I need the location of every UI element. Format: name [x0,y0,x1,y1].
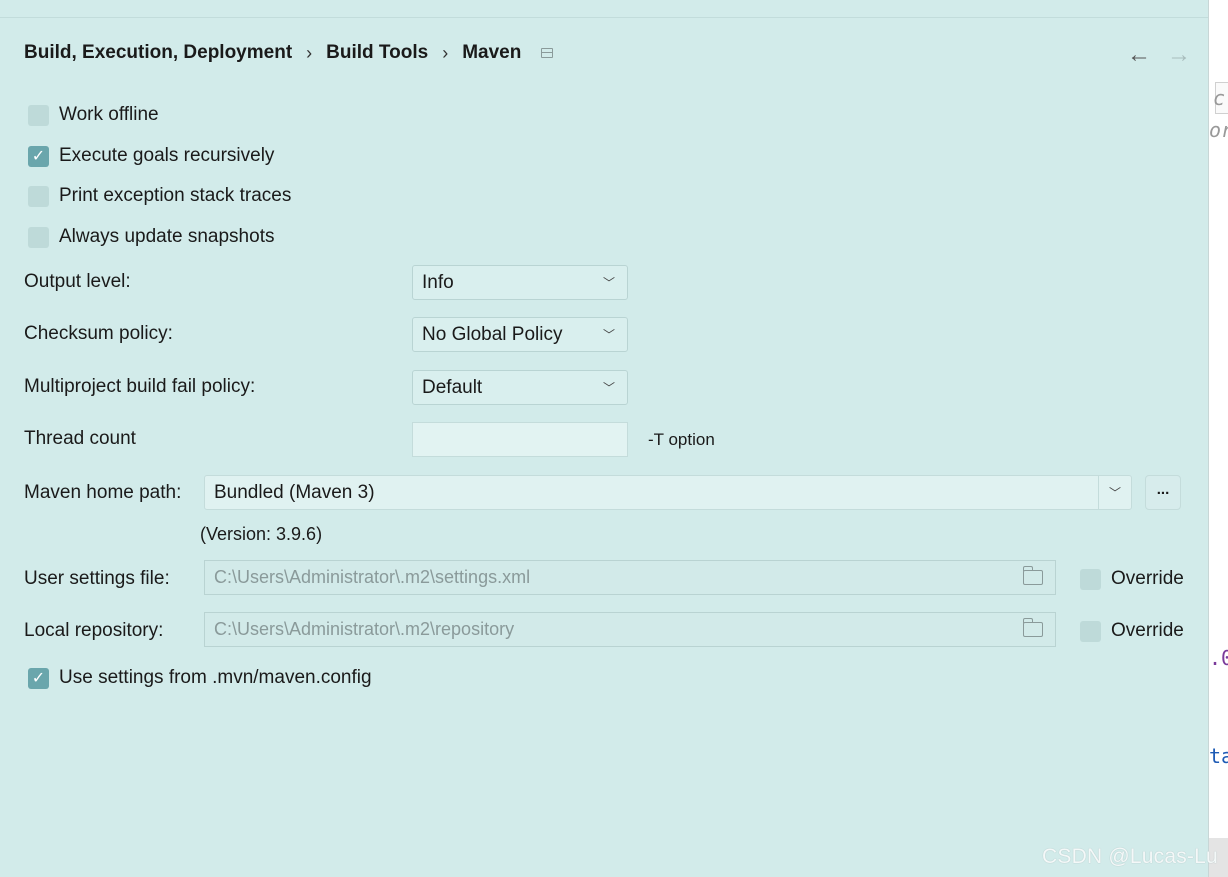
breadcrumb-separator: › [442,42,449,63]
back-arrow-icon[interactable]: ← [1127,40,1151,70]
chevron-down-icon: ﹀ [602,276,615,290]
execute-goals-option[interactable]: ✓ Execute goals recursively [28,145,274,167]
editor-fragment: c [1213,86,1226,110]
editor-fragment: .0 [1209,646,1228,670]
checksum-policy-label: Checksum policy: [24,323,173,344]
execute-goals-checkbox[interactable]: ✓ [28,145,49,167]
work-offline-label: Work offline [59,104,159,125]
user-settings-override-label: Override [1111,568,1184,589]
local-repository-label: Local repository: [24,620,164,641]
thread-count-hint: -T option [648,430,715,449]
breadcrumb-item-build-execution-deployment[interactable]: Build, Execution, Deployment [24,42,292,64]
breadcrumb: Build, Execution, Deployment › Build Too… [24,41,554,65]
watermark: CSDN @Lucas-Lu [1042,845,1218,868]
print-exception-label: Print exception stack traces [59,185,292,206]
chevron-down-icon: ﹀ [602,328,615,342]
output-level-label: Output level: [24,271,131,292]
editor-fragment: or [1209,118,1228,142]
execute-goals-label: Execute goals recursively [59,145,275,166]
user-settings-override-option[interactable]: Override [1080,568,1184,590]
maven-home-label: Maven home path: [24,482,182,503]
multiproject-policy-select[interactable]: Default ﹀ [412,370,628,405]
window-icon[interactable] [541,48,554,58]
editor-fragment: ta [1209,744,1228,768]
folder-icon[interactable] [1022,618,1043,637]
user-settings-value: C:\Users\Administrator\.m2\settings.xml [214,567,531,587]
output-level-select[interactable]: Info ﹀ [412,265,628,300]
settings-panel: Build, Execution, Deployment › Build Too… [0,0,1208,877]
use-settings-label: Use settings from .mvn/maven.config [59,667,372,688]
use-settings-option[interactable]: ✓ Use settings from .mvn/maven.config [28,667,372,689]
folder-icon[interactable] [1022,566,1043,585]
local-repository-override-label: Override [1111,620,1184,641]
maven-home-value: Bundled (Maven 3) [214,481,375,503]
forward-arrow-icon[interactable]: → [1167,40,1191,70]
user-settings-field[interactable]: C:\Users\Administrator\.m2\settings.xml [204,560,1056,595]
local-repository-value: C:\Users\Administrator\.m2\repository [214,619,515,639]
print-exception-checkbox[interactable] [28,185,49,207]
checksum-policy-value: No Global Policy [422,323,563,345]
use-settings-checkbox[interactable]: ✓ [28,667,49,689]
breadcrumb-item-build-tools[interactable]: Build Tools [326,42,428,64]
breadcrumb-separator: › [306,42,313,63]
always-update-checkbox[interactable] [28,226,49,248]
multiproject-policy-value: Default [422,376,483,398]
user-settings-override-checkbox[interactable] [1080,568,1101,590]
breadcrumb-item-maven: Maven [462,42,522,63]
browse-button[interactable]: ... [1145,475,1181,510]
multiproject-policy-label: Multiproject build fail policy: [24,376,256,397]
local-repository-override-checkbox[interactable] [1080,620,1101,642]
local-repository-override-option[interactable]: Override [1080,620,1184,642]
chevron-down-icon: ﹀ [602,381,615,395]
checksum-policy-select[interactable]: No Global Policy ﹀ [412,317,628,352]
user-settings-label: User settings file: [24,568,170,589]
maven-version: (Version: 3.9.6) [200,524,323,544]
top-divider [0,17,1208,18]
output-level-value: Info [422,271,454,293]
thread-count-input[interactable] [412,422,628,457]
work-offline-checkbox[interactable] [28,104,49,126]
always-update-option[interactable]: Always update snapshots [28,226,274,248]
combo-divider [1098,476,1099,509]
editor-strip: c or .0 ta [1208,0,1228,877]
always-update-label: Always update snapshots [59,226,275,247]
work-offline-option[interactable]: Work offline [28,104,159,126]
thread-count-label: Thread count [24,428,136,449]
maven-home-combo[interactable]: Bundled (Maven 3) ﹀ [204,475,1132,510]
print-exception-option[interactable]: Print exception stack traces [28,185,291,207]
chevron-down-icon[interactable]: ﹀ [1109,484,1121,501]
local-repository-field[interactable]: C:\Users\Administrator\.m2\repository [204,612,1056,647]
